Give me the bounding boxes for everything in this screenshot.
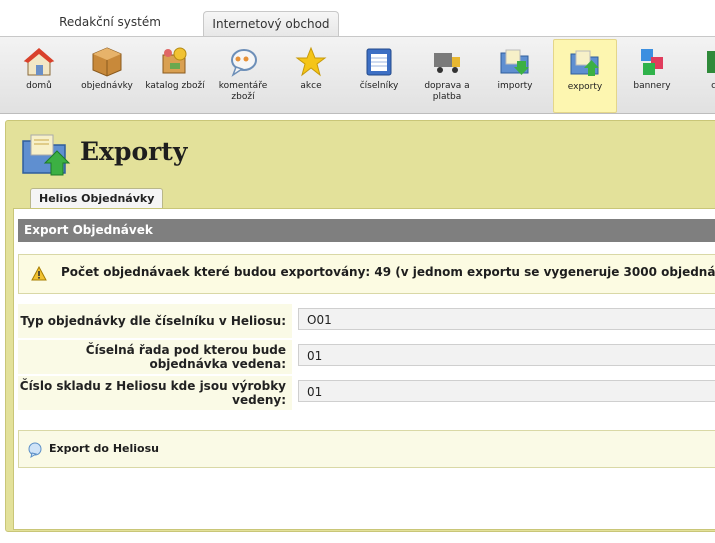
action-bar: Export do Heliosu xyxy=(18,430,715,468)
house-icon xyxy=(23,48,55,76)
module-toolbar: domů objednávky katalog zboží komentáře … xyxy=(0,36,715,114)
comment-icon xyxy=(231,49,257,77)
toolbar-item-doprava-a-platba[interactable]: doprava a platba xyxy=(416,39,478,111)
export-folder-icon xyxy=(570,50,599,76)
tab-redakcni-system[interactable]: Redakční systém xyxy=(38,10,182,35)
warning-message: Počet objednávaek které budou exportován… xyxy=(18,254,715,294)
order-type-label: Typ objednávky dle číselníku v Heliosu: xyxy=(18,304,292,338)
order-type-input[interactable]: O01 xyxy=(298,308,715,330)
warning-icon xyxy=(31,266,47,281)
page-title: Exporty xyxy=(80,137,188,166)
toolbar-item-bannery[interactable]: bannery xyxy=(621,39,683,111)
top-tab-bar: Redakční systém Internetový obchod xyxy=(0,0,715,38)
truck-icon xyxy=(434,53,460,73)
export-to-helios-link[interactable]: Export do Heliosu xyxy=(49,442,159,455)
toolbar-item-komentare-zbozi[interactable]: komentáře zboží xyxy=(212,39,274,111)
box-icon xyxy=(92,47,122,77)
toolbar-item-katalog-zbozi[interactable]: katalog zboží xyxy=(144,39,206,111)
number-series-input[interactable]: 01 xyxy=(298,344,715,366)
content-area: Export Objednávek Počet objednávaek kter… xyxy=(13,208,715,530)
tab-helios-objednavky[interactable]: Helios Objednávky xyxy=(30,188,164,209)
warehouse-input[interactable]: 01 xyxy=(298,380,715,402)
warehouse-label: Číslo skladu z Heliosu kde jsou výrobky … xyxy=(18,376,292,410)
catalog-icon xyxy=(162,47,187,74)
toolbar-item-importy[interactable]: importy xyxy=(484,39,546,111)
tab-internetovy-obchod[interactable]: Internetový obchod xyxy=(203,11,339,38)
number-series-label: Číselná řada pod kterou bude objednávka … xyxy=(18,340,292,374)
codebook-icon xyxy=(366,48,392,76)
certificate-icon xyxy=(707,51,715,73)
form-row: Číslo skladu z Heliosu kde jsou výrobky … xyxy=(18,376,715,412)
toolbar-item-cert[interactable]: cert xyxy=(689,39,715,111)
warning-text: Počet objednávaek které budou exportován… xyxy=(61,265,715,279)
form-row: Typ objednávky dle číselníku v Heliosu: … xyxy=(18,304,715,340)
star-icon xyxy=(295,46,327,77)
main-panel: Exporty Helios Objednávky Export Objedná… xyxy=(5,120,715,532)
section-header: Export Objednávek xyxy=(18,219,715,242)
toolbar-item-ciselniky[interactable]: číselníky xyxy=(348,39,410,111)
toolbar-item-exporty[interactable]: exporty xyxy=(553,39,617,113)
cubes-icon xyxy=(641,49,663,75)
form-row: Číselná řada pod kterou bude objednávka … xyxy=(18,340,715,376)
toolbar-item-objednavky[interactable]: objednávky xyxy=(76,39,138,111)
import-folder-icon xyxy=(500,49,529,75)
export-form: Typ objednávky dle číselníku v Heliosu: … xyxy=(18,304,715,412)
toolbar-item-akce[interactable]: akce xyxy=(280,39,342,111)
toolbar-item-domu[interactable]: domů xyxy=(8,39,70,111)
chat-bubble-icon xyxy=(28,442,42,458)
export-folder-icon xyxy=(22,134,71,176)
